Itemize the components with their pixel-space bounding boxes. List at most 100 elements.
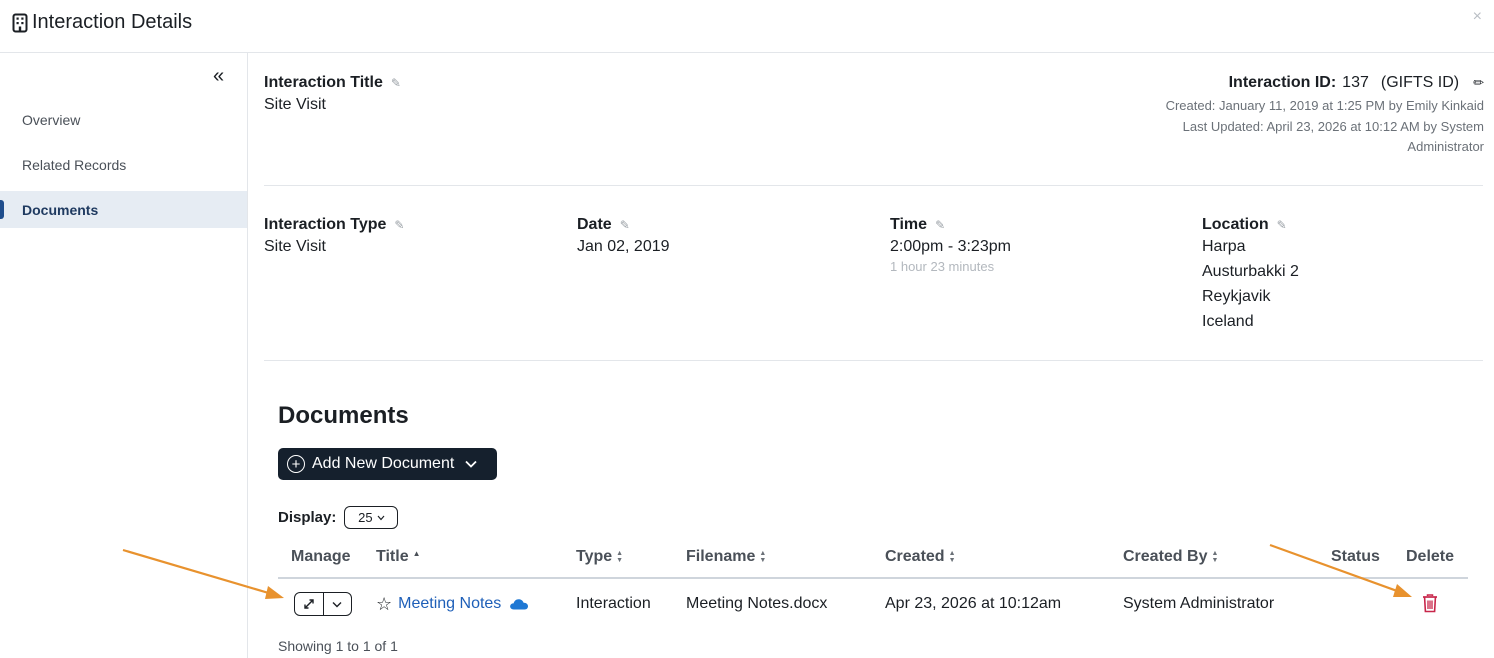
table-footer-count: Showing 1 to 1 of 1 xyxy=(278,638,398,654)
date-label-text: Date xyxy=(577,216,612,233)
manage-control xyxy=(294,592,352,616)
column-header-delete: Delete xyxy=(1406,548,1454,566)
column-header-label: Filename xyxy=(686,548,756,565)
sidebar-item-label: Related Records xyxy=(22,156,127,173)
date-field: Date ✎ Jan 02, 2019 xyxy=(577,216,670,259)
interaction-title-label: Interaction Title ✎ xyxy=(264,74,401,92)
date-value: Jan 02, 2019 xyxy=(577,238,670,255)
manage-dropdown-button[interactable] xyxy=(322,593,352,615)
column-header-label: Created xyxy=(885,548,945,565)
column-header-status: Status xyxy=(1331,548,1380,566)
created-meta: Created: January 11, 2019 at 1:25 PM by … xyxy=(1165,98,1484,113)
table-header-divider xyxy=(278,577,1468,579)
chevron-down-icon xyxy=(377,515,385,520)
document-created-cell: Apr 23, 2026 at 10:12am xyxy=(885,595,1062,612)
edit-title-pencil-icon[interactable]: ✎ xyxy=(391,76,401,90)
interaction-id-block: Interaction ID: 137 (GIFTS ID) ✏ Created… xyxy=(1064,74,1484,158)
edit-location-pencil-icon[interactable]: ✎ xyxy=(1277,218,1287,232)
column-header-label: Created By xyxy=(1123,548,1208,565)
column-header-label: Title xyxy=(376,548,409,565)
edit-id-pencil-icon[interactable]: ✏ xyxy=(1473,75,1484,91)
column-header-manage: Manage xyxy=(291,548,351,566)
time-duration: 1 hour 23 minutes xyxy=(890,259,995,274)
edit-time-pencil-icon[interactable]: ✎ xyxy=(935,218,945,232)
chevron-down-icon xyxy=(465,457,477,471)
modal-title: Interaction Details xyxy=(12,11,192,34)
sort-icon: ▲ ▼ xyxy=(616,550,624,564)
location-field: Location ✎ Harpa Austurbakki 2 Reykjavik… xyxy=(1202,216,1299,334)
onedrive-cloud-icon xyxy=(510,599,529,610)
column-header-label: Type xyxy=(576,548,613,565)
time-label: Time ✎ xyxy=(890,216,1011,234)
sidebar-item-overview[interactable]: Overview xyxy=(0,101,247,138)
page-size-select[interactable]: 25 xyxy=(344,506,399,529)
interaction-type-field: Interaction Type ✎ Site Visit xyxy=(264,216,404,259)
time-label-text: Time xyxy=(890,216,928,233)
updated-meta: Last Updated: April 23, 2026 at 10:12 AM… xyxy=(1182,118,1484,155)
location-line: Harpa xyxy=(1202,238,1246,255)
sort-asc-icon: ▲ xyxy=(412,548,421,558)
display-label: Display: xyxy=(278,509,337,526)
modal-title-text: Interaction Details xyxy=(32,11,193,33)
divider xyxy=(264,185,1483,186)
time-field: Time ✎ 2:00pm - 3:23pm 1 hour 23 minutes xyxy=(890,216,1011,274)
document-title-link[interactable]: Meeting Notes xyxy=(398,595,501,613)
add-new-document-button[interactable]: + Add New Document xyxy=(278,448,497,480)
edit-type-pencil-icon[interactable]: ✎ xyxy=(394,218,404,232)
document-filename-cell: Meeting Notes.docx xyxy=(686,595,828,612)
favorite-star-icon[interactable]: ☆ xyxy=(376,594,392,615)
interaction-id-system: (GIFTS ID) xyxy=(1380,74,1460,91)
interaction-id-label: Interaction ID: xyxy=(1228,74,1337,91)
column-header-title[interactable]: Title ▲ xyxy=(376,548,421,566)
sidebar-item-label: Overview xyxy=(22,111,81,128)
column-header-label: Delete xyxy=(1406,548,1455,565)
location-line: Iceland xyxy=(1202,313,1254,330)
edit-date-pencil-icon[interactable]: ✎ xyxy=(620,218,630,232)
time-value: 2:00pm - 3:23pm xyxy=(890,238,1011,255)
location-label: Location ✎ xyxy=(1202,216,1299,234)
documents-heading: Documents xyxy=(278,402,409,429)
close-button[interactable]: × xyxy=(1473,8,1482,26)
page-size-value: 25 xyxy=(358,510,373,525)
location-label-text: Location xyxy=(1202,216,1269,233)
interaction-title-value: Site Visit xyxy=(264,96,326,113)
sidebar: « Overview Related Records Documents xyxy=(0,53,248,658)
column-header-label: Status xyxy=(1331,548,1380,565)
document-title-cell: ☆ Meeting Notes xyxy=(376,594,529,614)
interaction-id-line: Interaction ID: 137 (GIFTS ID) ✏ xyxy=(1064,74,1484,92)
add-new-document-label: Add New Document xyxy=(312,455,455,472)
collapse-sidebar-icon[interactable]: « xyxy=(213,66,224,86)
column-header-filename[interactable]: Filename ▲ ▼ xyxy=(686,548,766,566)
display-row: Display: 25 xyxy=(278,506,399,529)
location-line: Reykjavik xyxy=(1202,288,1271,305)
interaction-title-field: Interaction Title ✎ Site Visit xyxy=(264,74,401,117)
sort-icon: ▲ ▼ xyxy=(1211,550,1219,564)
interaction-type-label-text: Interaction Type xyxy=(264,216,387,233)
column-header-created-by[interactable]: Created By ▲ ▼ xyxy=(1123,548,1218,566)
date-label: Date ✎ xyxy=(577,216,670,234)
column-header-type[interactable]: Type ▲ ▼ xyxy=(576,548,623,566)
interaction-type-value: Site Visit xyxy=(264,238,326,255)
interaction-type-label: Interaction Type ✎ xyxy=(264,216,404,234)
trash-icon xyxy=(1423,594,1437,613)
column-header-created[interactable]: Created ▲ ▼ xyxy=(885,548,956,566)
column-header-label: Manage xyxy=(291,548,351,565)
interaction-id-value: 137 xyxy=(1342,74,1369,91)
document-type-cell: Interaction xyxy=(576,595,651,612)
main-content: Interaction Title ✎ Site Visit Interacti… xyxy=(248,53,1494,658)
modal-header: Interaction Details × xyxy=(0,0,1494,53)
sort-icon: ▲ ▼ xyxy=(759,550,767,564)
sidebar-item-label: Documents xyxy=(22,201,99,218)
divider xyxy=(264,360,1483,361)
document-created-by-cell: System Administrator xyxy=(1123,595,1275,612)
interaction-title-label-text: Interaction Title xyxy=(264,74,383,91)
delete-document-button[interactable] xyxy=(1422,594,1438,618)
plus-circle-icon: + xyxy=(287,455,305,473)
building-icon xyxy=(12,13,28,33)
location-line: Austurbakki 2 xyxy=(1202,263,1299,280)
expand-icon xyxy=(304,599,314,609)
sort-icon: ▲ ▼ xyxy=(948,550,956,564)
sidebar-item-related-records[interactable]: Related Records xyxy=(0,146,247,183)
sidebar-item-documents[interactable]: Documents xyxy=(0,191,247,228)
expand-document-button[interactable] xyxy=(295,593,323,615)
